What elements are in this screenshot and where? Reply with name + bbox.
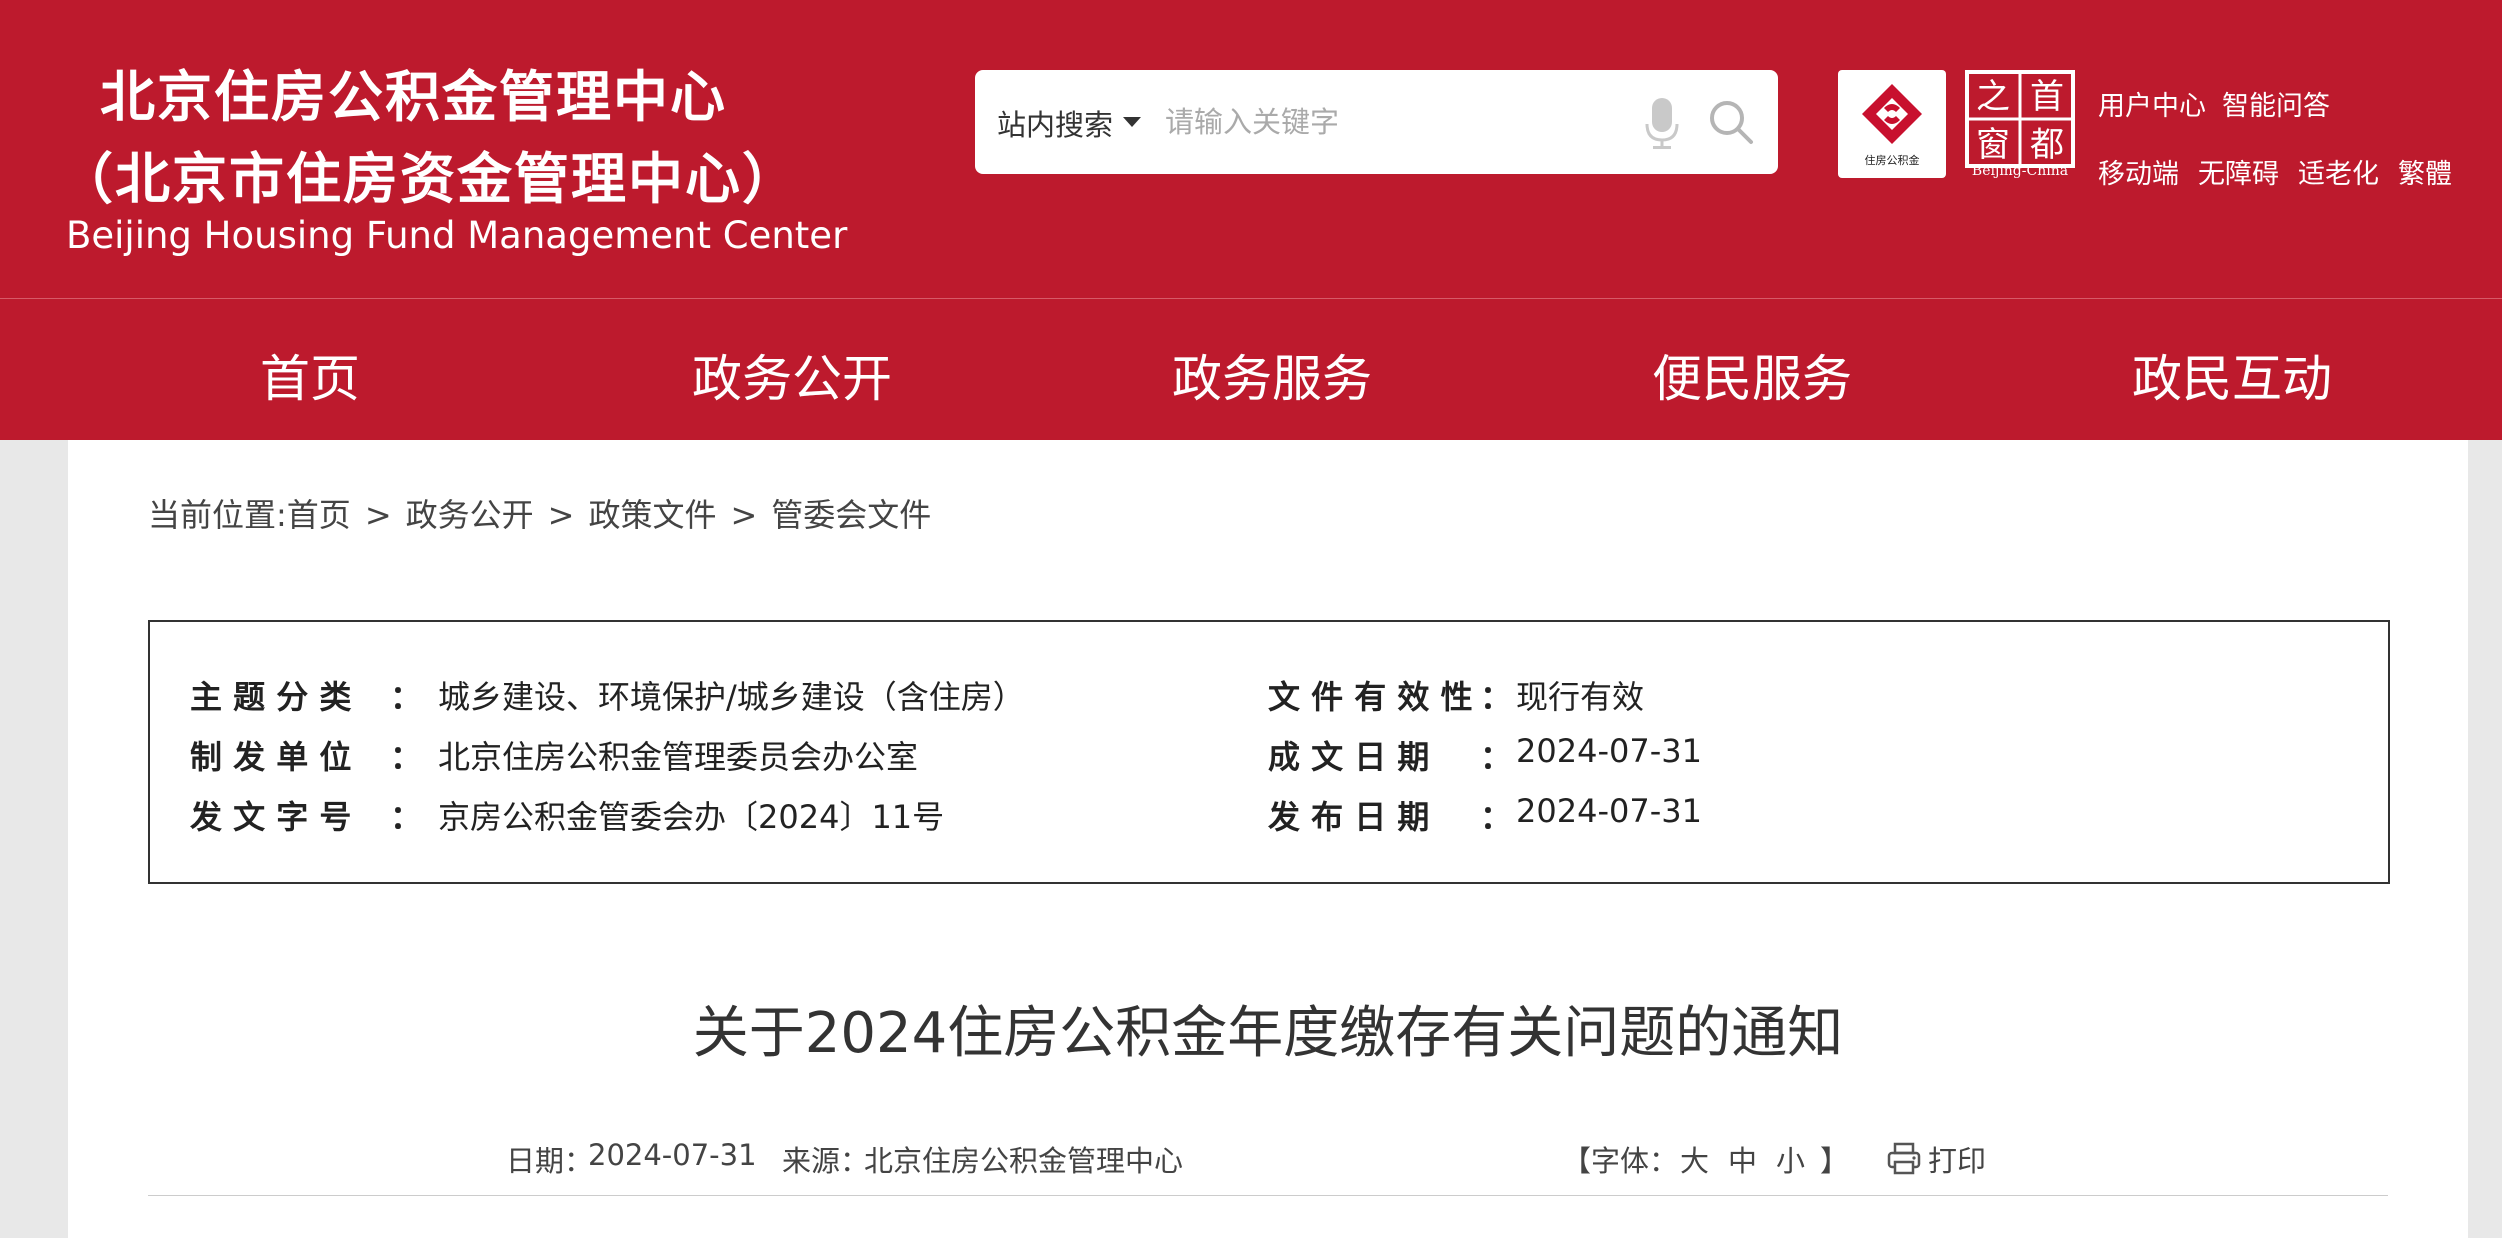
print-button[interactable]: 打印 [1928, 1138, 1986, 1180]
capital-char-1: 之 [1976, 77, 2010, 117]
source-value: 北京住房公积金管理中心 [864, 1144, 1184, 1178]
font-large-button[interactable]: 大 [1680, 1138, 1709, 1180]
search-box: 站内搜索 [975, 70, 1778, 174]
breadcrumb-item-home[interactable]: 首页 [287, 496, 351, 534]
nav-item-home[interactable]: 首页 [260, 339, 360, 411]
content-divider [148, 1195, 2388, 1196]
traditional-chinese-link[interactable]: 繁體 [2398, 152, 2452, 191]
site-title-alt[interactable]: （北京市住房资金管理中心） [58, 134, 799, 214]
housing-fund-logo[interactable]: 住房公积金 [1838, 70, 1946, 178]
meta-colon: ： [1480, 678, 1513, 716]
search-input[interactable] [1163, 96, 1607, 148]
date-value: 2024-07-31 [588, 1138, 757, 1172]
meta-label-issuer: 制 发 单 位 [190, 738, 352, 776]
site-header: 北京住房公积金管理中心 （北京市住房资金管理中心） Beijing Housin… [0, 0, 2502, 298]
font-small-button[interactable]: 小 [1776, 1138, 1805, 1180]
breadcrumb-separator: > [364, 496, 392, 534]
main-nav: 首页 政务公开 政务服务 便民服务 政民互动 [0, 299, 2502, 440]
breadcrumb-prefix: 当前位置: [148, 496, 287, 534]
font-size-label: 【字体： [1562, 1144, 1679, 1178]
meta-colon: ： [390, 798, 423, 836]
search-icon[interactable] [1707, 98, 1755, 146]
meta-value-written-date: 2024-07-31 [1516, 732, 1702, 770]
search-scope-select[interactable]: 站内搜索 [997, 102, 1113, 144]
elderly-mode-link[interactable]: 适老化 [2298, 152, 2379, 191]
site-title[interactable]: 北京住房公积金管理中心 [100, 52, 727, 132]
meta-label-validity: 文 件 有 效 性 [1268, 678, 1473, 716]
housing-fund-emblem-icon [1862, 84, 1922, 144]
breadcrumb-item-gov-affairs-open[interactable]: 政务公开 [406, 496, 534, 534]
document-title: 关于2024住房公积金年度缴存有关问题的通知 [692, 1001, 1844, 1066]
meta-label-publish-date: 发 布 日 期 [1268, 798, 1430, 836]
meta-colon: ： [390, 738, 423, 776]
main-content: 当前位置:首页 > 政务公开 > 政策文件 > 管委会文件 主 题 分 类 ： 城乡建设、环… [68, 440, 2468, 1238]
breadcrumb-item-committee-files[interactable]: 管委会文件 [771, 496, 931, 534]
source-label: 来源： [782, 1144, 870, 1178]
nav-item-gov-services[interactable]: 政务服务 [1172, 339, 1372, 411]
chevron-down-icon[interactable] [1123, 117, 1141, 127]
site-title-en[interactable]: Beijing Housing Fund Management Center [66, 214, 847, 257]
capital-char-2: 首 [2030, 77, 2064, 117]
meta-label-doc-number: 发 文 字 号 [190, 798, 352, 836]
meta-label-written-date: 成 文 日 期 [1268, 738, 1430, 776]
capital-char-3: 窗 [1976, 125, 2010, 165]
font-medium-button[interactable]: 中 [1728, 1138, 1757, 1180]
meta-value-issuer: 北京住房公积金管理委员会办公室 [438, 738, 919, 776]
microphone-icon[interactable] [1643, 96, 1681, 150]
document-metadata-box: 主 题 分 类 ： 城乡建设、环境保护/城乡建设（含住房） 制 发 单 位 ： … [148, 620, 2390, 884]
nav-item-interaction[interactable]: 政民互动 [2132, 339, 2332, 411]
meta-value-subject: 城乡建设、环境保护/城乡建设（含住房） [438, 678, 1025, 716]
meta-value-publish-date: 2024-07-31 [1516, 792, 1702, 830]
font-size-label-close: 】 [1820, 1144, 1850, 1178]
capital-window-logo-text: Beijing-China [1971, 163, 2069, 179]
meta-label-subject: 主 题 分 类 [190, 678, 352, 716]
breadcrumb-item-policy-files[interactable]: 政策文件 [588, 496, 716, 534]
meta-colon: ： [1480, 798, 1513, 836]
breadcrumb: 当前位置:首页 > 政务公开 > 政策文件 > 管委会文件 [148, 490, 931, 536]
printer-icon[interactable] [1886, 1140, 1922, 1176]
user-center-link[interactable]: 用户中心 [2098, 84, 2206, 123]
accessibility-link[interactable]: 无障碍 [2198, 152, 2279, 191]
meta-colon: ： [1480, 738, 1513, 776]
nav-item-gov-affairs-open[interactable]: 政务公开 [692, 339, 892, 411]
breadcrumb-separator: > [730, 496, 758, 534]
meta-colon: ： [390, 678, 423, 716]
capital-char-4: 都 [2030, 125, 2064, 165]
date-label: 日期： [506, 1144, 594, 1178]
housing-fund-logo-text: 住房公积金 [1864, 154, 1920, 167]
breadcrumb-separator: > [547, 496, 575, 534]
smart-qa-link[interactable]: 智能问答 [2222, 84, 2330, 123]
mobile-link[interactable]: 移动端 [2098, 152, 2179, 191]
nav-item-public-services[interactable]: 便民服务 [1652, 339, 1852, 411]
meta-value-doc-number: 京房公积金管委会办〔2024〕11号 [438, 798, 945, 836]
meta-value-validity: 现行有效 [1516, 678, 1645, 716]
